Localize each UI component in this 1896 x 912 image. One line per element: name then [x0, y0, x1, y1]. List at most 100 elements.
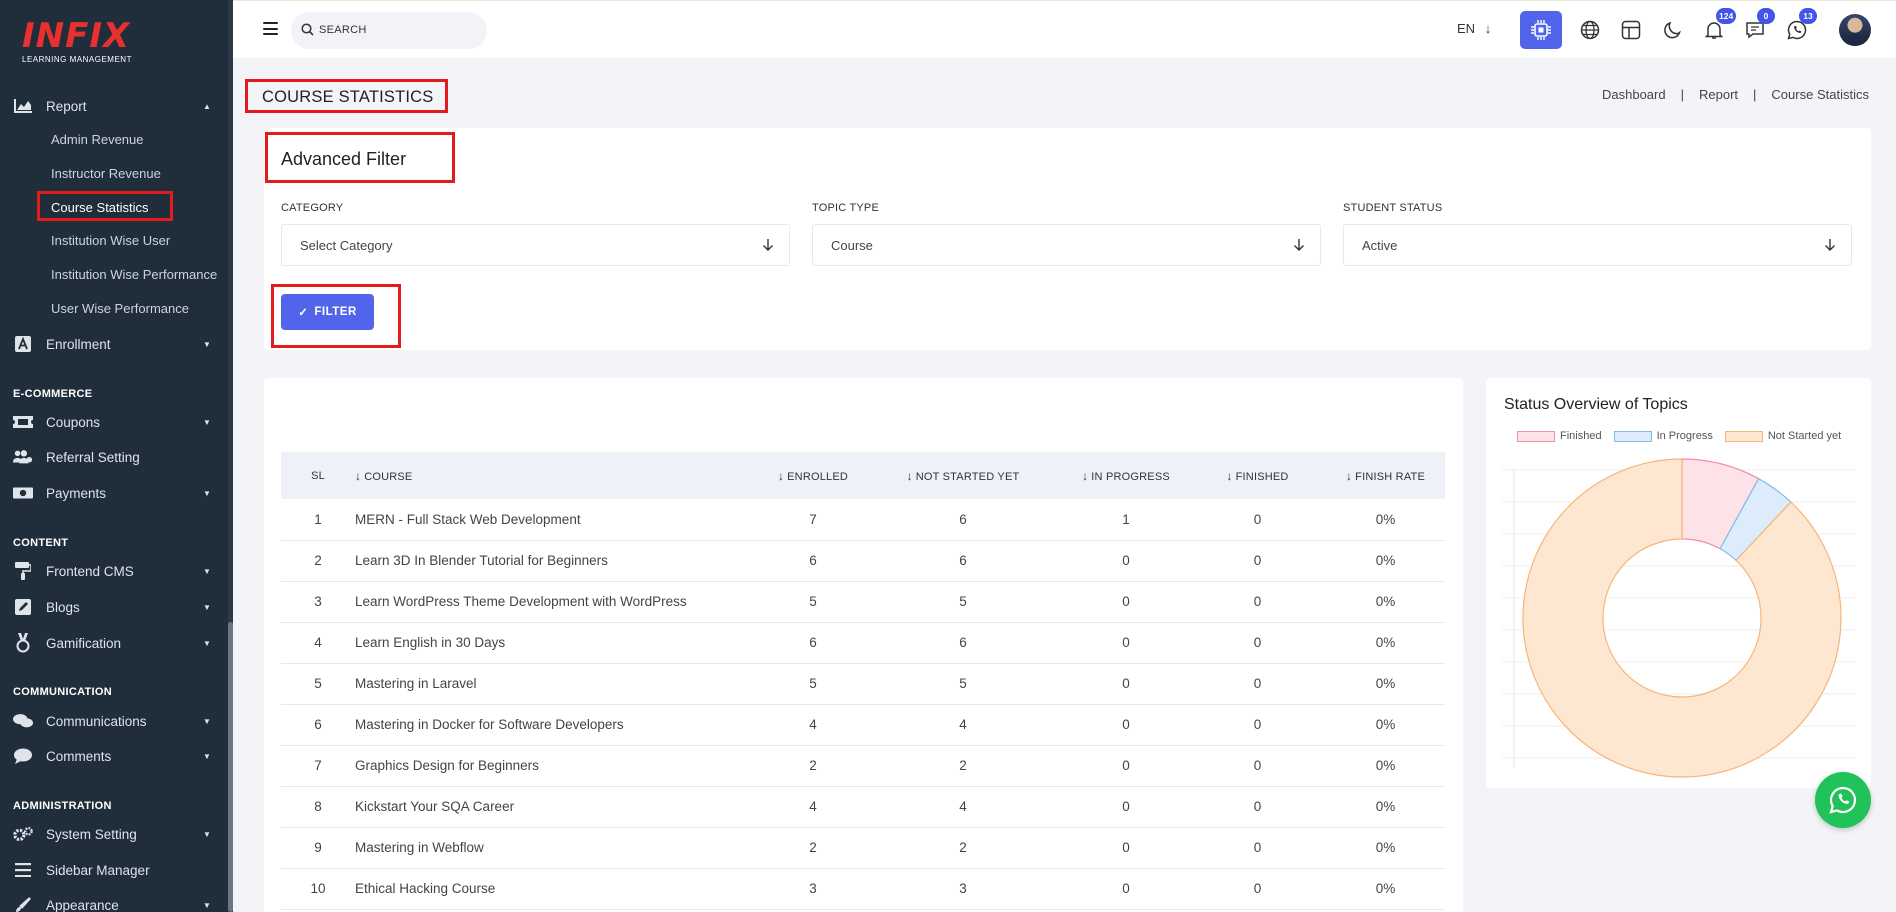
chevron-down-icon: ▼: [203, 716, 211, 726]
sidebar-subitem-institution-wise-performance[interactable]: Institution Wise Performance: [51, 264, 217, 286]
sort-arrow-icon: ↓: [1226, 468, 1233, 483]
chevron-up-icon: ▲: [203, 101, 211, 111]
column-header-finished[interactable]: ↓ FINISHED: [1189, 452, 1326, 499]
sidebar-item-label: Payments: [46, 485, 107, 501]
breadcrumb-dashboard[interactable]: Dashboard: [1602, 87, 1666, 102]
chevron-down-icon: ▼: [203, 900, 211, 910]
brand-name: INFIX: [22, 16, 131, 56]
cell-finish-rate: 0%: [1375, 717, 1396, 732]
section-title-communication: COMMUNICATION: [13, 686, 113, 698]
language-selector[interactable]: EN ↓: [1457, 21, 1491, 36]
column-header-label: FINISH RATE: [1355, 470, 1426, 483]
cell-course: Learn English in 30 Days: [355, 635, 506, 650]
cell-in-progress: 0: [1122, 553, 1130, 568]
dashboard-chip-button[interactable]: [1520, 11, 1562, 49]
dark-mode-toggle[interactable]: [1657, 14, 1689, 46]
breadcrumb-report[interactable]: Report: [1699, 87, 1738, 102]
donut-slice-not-started-yet[interactable]: [1522, 458, 1842, 778]
sidebar-item-coupons[interactable]: Coupons ▼: [0, 407, 228, 437]
sidebar-item-label: Comments: [46, 748, 112, 764]
breadcrumb-current: Course Statistics: [1771, 87, 1869, 102]
cell-finished: 0: [1253, 840, 1262, 855]
column-header-enrolled[interactable]: ↓ ENROLLED: [763, 452, 863, 499]
cell-not-started: 4: [959, 717, 967, 732]
legend-item-finished[interactable]: Finished: [1517, 430, 1602, 442]
menu-toggle-icon[interactable]: [263, 22, 278, 35]
layout-button[interactable]: [1615, 14, 1647, 46]
student-status-value: Active: [1362, 237, 1398, 253]
notifications-button[interactable]: 124: [1698, 8, 1737, 46]
sidebar-item-payments[interactable]: Payments ▼: [0, 478, 228, 508]
whatsapp-float-button[interactable]: [1815, 772, 1871, 828]
legend-item-in-progress[interactable]: In Progress: [1613, 430, 1713, 442]
sidebar-item-sidebar-manager[interactable]: Sidebar Manager: [0, 855, 228, 885]
legend-item-not-started[interactable]: Not Started yet: [1724, 430, 1841, 442]
sidebar-item-referral-setting[interactable]: Referral Setting: [0, 442, 228, 472]
cell-sl: 8: [314, 799, 322, 814]
table-row: 9 Mastering in Webflow 2 2 0 0 0%: [281, 827, 1445, 868]
column-header-in-progress[interactable]: ↓ IN PROGRESS: [1063, 452, 1189, 499]
messages-badge: 0: [1757, 8, 1775, 24]
sidebar-item-comments[interactable]: Comments ▼: [0, 741, 228, 771]
whatsapp-chat-button[interactable]: 13: [1781, 8, 1817, 46]
sidebar-subitem-admin-revenue[interactable]: Admin Revenue: [51, 129, 144, 151]
student-status-select[interactable]: Active: [1343, 224, 1852, 266]
cell-not-started: 3: [959, 881, 967, 896]
search-box[interactable]: [291, 12, 487, 49]
column-header-label: COURSE: [364, 470, 413, 483]
globe-icon: [1580, 20, 1600, 40]
sidebar-subitem-user-wise-performance[interactable]: User Wise Performance: [51, 298, 189, 320]
cell-finish-rate: 0%: [1375, 676, 1396, 691]
brand-logo[interactable]: INFIX LEARNING MANAGEMENT: [22, 18, 142, 70]
comments-icon: [13, 712, 33, 730]
table-row: 8 Kickstart Your SQA Career 4 4 0 0 0%: [281, 786, 1445, 827]
moon-icon: [1664, 21, 1681, 39]
topic-type-select[interactable]: Course: [812, 224, 1321, 266]
cell-sl: 9: [314, 840, 322, 855]
table-row: 1 MERN - Full Stack Web Development 7 6 1 0 0%: [281, 499, 1445, 540]
chevron-down-icon: ▼: [203, 829, 211, 839]
sidebar-item-appearance[interactable]: Appearance ▼: [0, 890, 228, 912]
sidebar-item-enrollment[interactable]: Enrollment ▼: [0, 329, 228, 359]
cell-enrolled: 7: [809, 511, 817, 527]
cell-in-progress: 0: [1122, 758, 1130, 773]
cell-not-started: 4: [959, 799, 967, 814]
sidebar-item-frontend-cms[interactable]: Frontend CMS ▼: [0, 556, 228, 586]
cell-enrolled: 3: [809, 881, 817, 896]
section-title-content: CONTENT: [13, 537, 69, 549]
sidebar: INFIX LEARNING MANAGEMENT Report ▲ Admin…: [0, 0, 233, 912]
cell-finished: 0: [1253, 758, 1262, 773]
column-header-not-started[interactable]: ↓ NOT STARTED YET: [863, 452, 1063, 499]
chevron-down-icon: ▼: [203, 638, 211, 648]
sidebar-subitem-instructor-revenue[interactable]: Instructor Revenue: [51, 163, 161, 185]
legend-swatch: [1517, 430, 1555, 442]
cell-enrolled: 5: [809, 594, 817, 609]
cell-in-progress: 0: [1122, 594, 1130, 609]
cell-course: Ethical Hacking Course: [355, 881, 496, 896]
sidebar-item-label: Referral Setting: [46, 449, 140, 465]
globe-button[interactable]: [1574, 14, 1606, 46]
cell-finished: 0: [1253, 881, 1262, 896]
user-avatar[interactable]: [1839, 14, 1871, 46]
sidebar-item-blogs[interactable]: Blogs ▼: [0, 592, 228, 622]
search-input[interactable]: [319, 20, 479, 40]
table-row: 6 Mastering in Docker for Software Develo…: [281, 704, 1445, 745]
sidebar-scrollbar-thumb[interactable]: [228, 622, 233, 912]
sidebar-item-system-setting[interactable]: System Setting ▼: [0, 819, 228, 849]
sidebar-subitem-institution-wise-user[interactable]: Institution Wise User: [51, 230, 170, 252]
cell-sl: 1: [314, 511, 322, 527]
category-select[interactable]: Select Category: [281, 224, 790, 266]
cell-finish-rate: 0%: [1375, 840, 1396, 855]
sidebar-item-gamification[interactable]: Gamification ▼: [0, 628, 228, 658]
column-header-finish-rate[interactable]: ↓ FINISH RATE: [1326, 452, 1445, 499]
cell-finished: 0: [1253, 676, 1262, 691]
section-title-ecommerce: E-COMMERCE: [13, 388, 93, 400]
column-header-course[interactable]: ↓ COURSE: [355, 452, 763, 499]
cell-finish-rate: 0%: [1375, 881, 1396, 896]
messages-button[interactable]: 0: [1739, 8, 1775, 46]
chevron-down-icon: ▼: [203, 751, 211, 761]
ticket-icon: [13, 413, 33, 431]
sidebar-item-report[interactable]: Report ▲: [0, 91, 228, 121]
sidebar-item-communications[interactable]: Communications ▼: [0, 706, 228, 736]
layout-icon: [1621, 20, 1641, 40]
